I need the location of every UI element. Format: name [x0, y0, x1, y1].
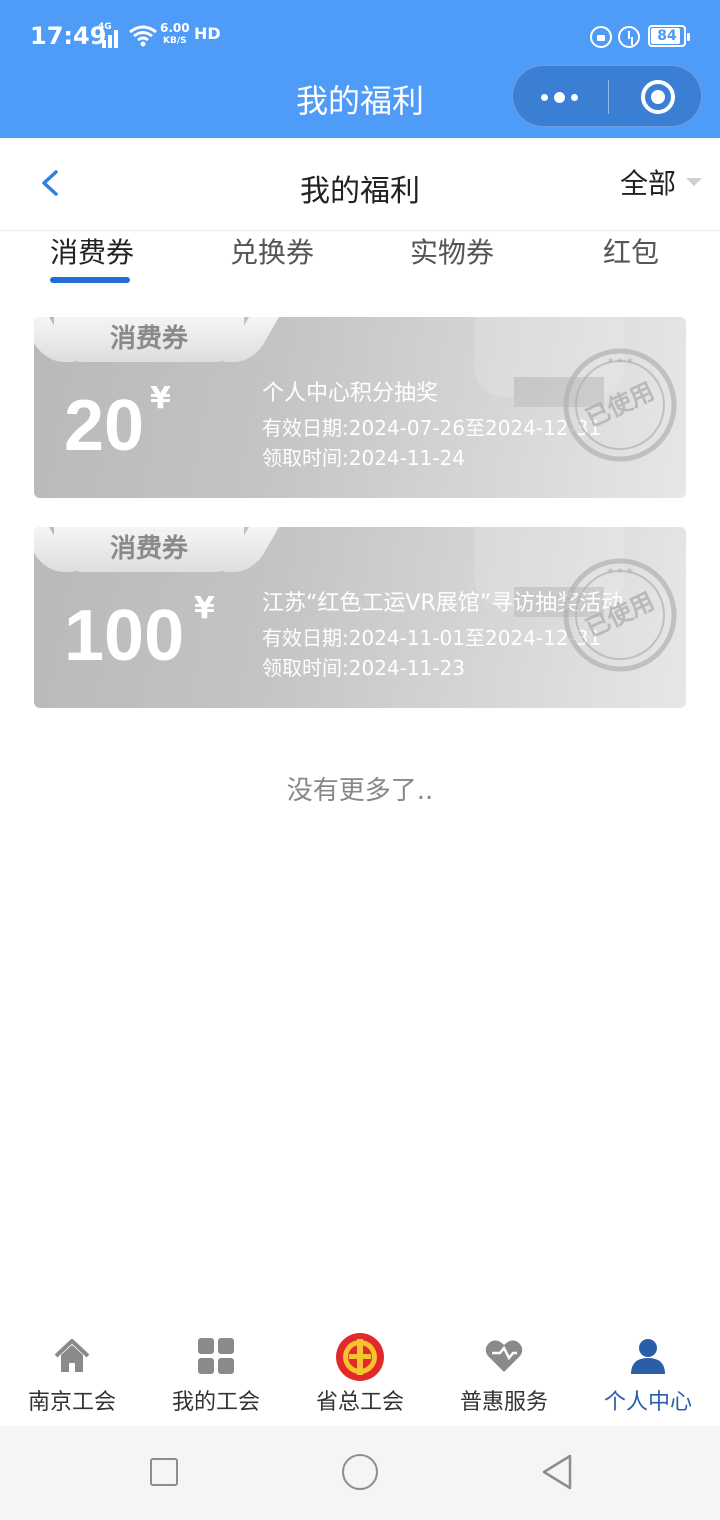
coupon-type-label: 消费券	[109, 324, 188, 354]
nav-item-nanjing-union[interactable]: 南京工会	[0, 1322, 144, 1426]
more-menu-button[interactable]	[541, 66, 581, 128]
used-stamp-icon: ★ ★ ★ 已使用	[563, 348, 677, 462]
nav-item-my-union[interactable]: 我的工会	[144, 1322, 288, 1426]
recent-apps-button[interactable]	[150, 1458, 178, 1486]
tab-consumption-coupon[interactable]: 消费券	[50, 231, 134, 271]
coupon-claim-date: 领取时间:2024-11-24	[262, 443, 601, 473]
speed-value: 6.00	[160, 21, 190, 35]
nav-label: 普惠服务	[459, 1390, 548, 1415]
wifi-icon	[129, 25, 157, 47]
nav-label: 我的工会	[171, 1390, 260, 1415]
valid-label: 有效日期:	[262, 416, 349, 440]
status-time: 17:49	[30, 22, 107, 50]
coupon-valid-date: 有效日期:2024-07-26至2024-12-31	[262, 413, 601, 443]
nav-label: 个人中心	[603, 1390, 692, 1415]
coupon-card[interactable]: 消费券 100 ¥ 江苏“红色工运VR展馆”寻访抽奖活动 有效日期:2024-1…	[34, 527, 686, 708]
miniprogram-capsule	[512, 65, 702, 127]
home-button[interactable]	[342, 1454, 378, 1490]
used-stamp-text: 已使用	[581, 587, 658, 643]
coupon-amount: 20	[64, 386, 145, 466]
nav-label: 南京工会	[27, 1390, 116, 1415]
svg-text:★ ★ ★: ★ ★ ★	[607, 566, 634, 575]
valid-label: 有效日期:	[262, 626, 349, 650]
used-stamp-text: 已使用	[581, 377, 658, 433]
nav-item-inclusive-service[interactable]: 普惠服务	[432, 1322, 576, 1426]
coupon-type-label: 消费券	[109, 534, 188, 564]
heart-icon	[485, 1340, 523, 1372]
network-type: 4G	[98, 22, 112, 32]
active-tab-indicator	[50, 277, 130, 283]
alarm-icon	[618, 26, 640, 48]
filter-dropdown[interactable]: 全部	[620, 162, 676, 202]
network-speed: 6.00 KB/S	[160, 22, 190, 48]
speed-unit: KB/S	[163, 36, 187, 46]
coupon-info: 个人中心积分抽奖 有效日期:2024-07-26至2024-12-31 领取时间…	[262, 379, 601, 473]
tab-physical-coupon[interactable]: 实物券	[410, 231, 494, 271]
nav-item-provincial-union[interactable]: 省总工会	[288, 1322, 432, 1426]
nav-label: 省总工会	[315, 1390, 404, 1415]
page-header: 我的福利 全部	[0, 138, 720, 231]
tab-red-packet[interactable]: 红包	[603, 231, 659, 271]
union-emblem-icon	[336, 1333, 384, 1381]
claim-date: 2024-11-24	[348, 446, 465, 470]
list-end-text: 没有更多了..	[286, 776, 434, 806]
currency-symbol: ¥	[194, 591, 215, 626]
bottom-nav: 南京工会 我的工会 省总工会 普惠服务 个人中心	[0, 1322, 720, 1426]
cell-signal-icon: 4G	[98, 22, 124, 48]
claim-date: 2024-11-23	[348, 656, 465, 680]
chevron-down-icon[interactable]	[686, 178, 702, 186]
rotation-lock-icon	[590, 26, 612, 48]
coupon-type-tag: 消费券	[54, 317, 244, 362]
coupon-type-tag: 消费券	[54, 527, 244, 572]
home-icon	[54, 1339, 90, 1372]
coupon-card[interactable]: 消费券 20 ¥ 个人中心积分抽奖 有效日期:2024-07-26至2024-1…	[34, 317, 686, 498]
page-title: 我的福利	[300, 174, 420, 209]
coupon-name: 个人中心积分抽奖	[262, 381, 439, 406]
coupon-amount: 100	[64, 596, 185, 676]
currency-symbol: ¥	[150, 381, 171, 416]
hd-indicator: HD	[194, 24, 221, 43]
coupon-tabs: 消费券 兑换券 实物券 红包	[0, 231, 720, 291]
back-button[interactable]	[540, 1453, 574, 1491]
close-miniprogram-button[interactable]	[641, 80, 675, 114]
used-stamp-icon: ★ ★ ★ 已使用	[563, 558, 677, 672]
battery-level: 84	[657, 28, 677, 44]
nav-item-personal-center[interactable]: 个人中心	[576, 1322, 720, 1426]
svg-text:★ ★ ★: ★ ★ ★	[607, 356, 634, 365]
claim-label: 领取时间:	[262, 446, 349, 470]
battery-icon: 84	[648, 25, 690, 47]
tab-exchange-coupon[interactable]: 兑换券	[230, 231, 314, 271]
grid-icon	[198, 1338, 234, 1374]
top-bar: 17:49 4G 6.00 KB/S HD 84 我的福利	[0, 0, 720, 138]
person-icon	[631, 1339, 665, 1374]
claim-label: 领取时间:	[262, 656, 349, 680]
system-nav-bar	[0, 1426, 720, 1520]
